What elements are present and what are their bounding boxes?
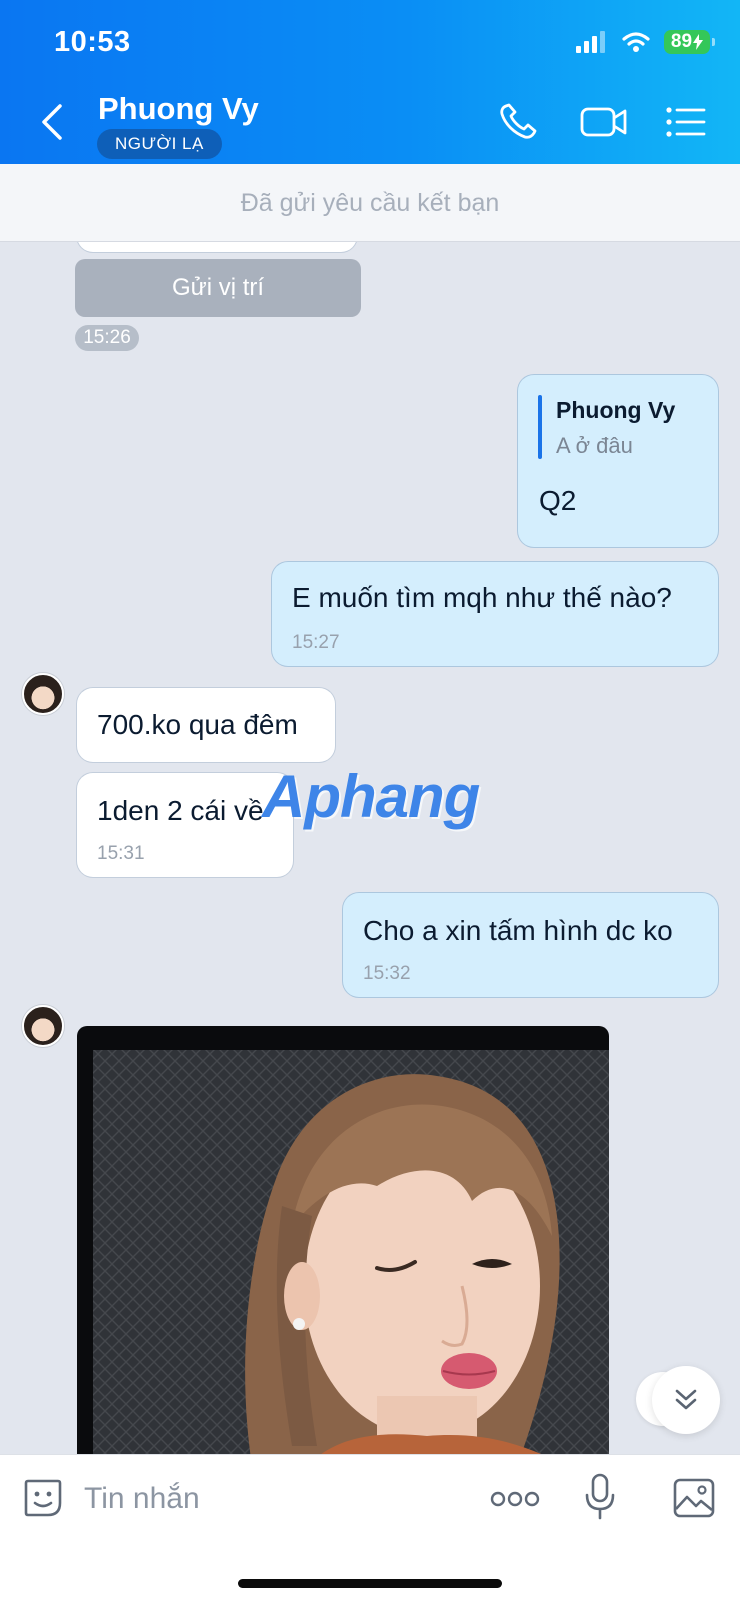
contact-avatar[interactable] xyxy=(22,673,64,715)
photo-message[interactable] xyxy=(77,1026,609,1454)
message-time: 15:31 xyxy=(97,843,145,864)
message-text: Q2 xyxy=(539,485,577,516)
quote-author: Phuong Vy xyxy=(556,397,676,423)
message-time: 15:32 xyxy=(363,963,411,984)
message-text: E muốn tìm mqh như thế nào? xyxy=(292,582,672,613)
battery-level: 89 xyxy=(670,31,693,52)
reply-message-bubble[interactable]: Phuong Vy A ở đâu Q2 xyxy=(518,375,718,547)
incoming-message-bubble[interactable]: 700.ko qua đêm xyxy=(77,688,335,762)
message-composer xyxy=(0,1454,740,1600)
message-text: Cho a xin tấm hình dc ko xyxy=(363,915,673,946)
charging-bolt-icon xyxy=(693,34,704,50)
chat-header: 10:53 89 Phuong Vy NGƯỜI LẠ xyxy=(0,0,740,164)
friend-request-status: Đã gửi yêu cầu kết bạn xyxy=(0,164,740,242)
status-time: 10:53 xyxy=(54,26,131,58)
status-bar: 10:53 89 xyxy=(0,0,740,88)
watermark-logo: Aphang xyxy=(262,763,480,830)
message-text: 700.ko qua đêm xyxy=(97,709,298,740)
stranger-badge: NGƯỜI LẠ xyxy=(97,129,222,159)
signal-icon xyxy=(576,31,605,53)
more-options-icon[interactable] xyxy=(490,1489,540,1509)
incoming-message-bubble[interactable]: 1den 2 cái về 15:31 xyxy=(77,773,293,877)
wifi-icon xyxy=(622,32,650,52)
send-location-button[interactable]: Gửi vị trí xyxy=(75,259,361,317)
outgoing-message-bubble[interactable]: Cho a xin tấm hình dc ko 15:32 xyxy=(343,893,718,997)
back-button[interactable] xyxy=(36,102,70,142)
selfie-photo-image xyxy=(93,1050,609,1454)
status-icons: 89 xyxy=(576,30,715,54)
message-bubble-partial xyxy=(77,242,357,252)
scroll-to-bottom-button[interactable] xyxy=(652,1366,720,1434)
battery-icon: 89 xyxy=(664,30,715,54)
message-time: 15:26 xyxy=(75,325,139,351)
microphone-icon[interactable] xyxy=(584,1473,616,1521)
message-text: 1den 2 cái về xyxy=(97,795,264,826)
quote-bar xyxy=(538,395,542,459)
gallery-image-icon[interactable] xyxy=(672,1477,716,1519)
chat-messages[interactable]: Gửi vị trí 15:26 Phuong Vy A ở đâu Q2 E … xyxy=(0,242,740,1454)
outgoing-message-bubble[interactable]: E muốn tìm mqh như thế nào? 15:27 xyxy=(272,562,718,666)
contact-avatar[interactable] xyxy=(22,1005,64,1047)
contact-name[interactable]: Phuong Vy xyxy=(98,91,259,127)
nav-bar: Phuong Vy NGƯỜI LẠ xyxy=(0,88,740,164)
quote-text: A ở đâu xyxy=(556,433,633,458)
message-time: 15:27 xyxy=(292,632,340,653)
message-input[interactable] xyxy=(84,1475,384,1523)
sticker-icon[interactable] xyxy=(22,1477,64,1519)
double-chevron-down-icon xyxy=(675,1389,697,1410)
home-indicator xyxy=(238,1579,502,1588)
menu-list-icon[interactable] xyxy=(664,102,708,142)
phone-call-icon[interactable] xyxy=(498,102,542,142)
video-call-icon[interactable] xyxy=(580,102,628,142)
